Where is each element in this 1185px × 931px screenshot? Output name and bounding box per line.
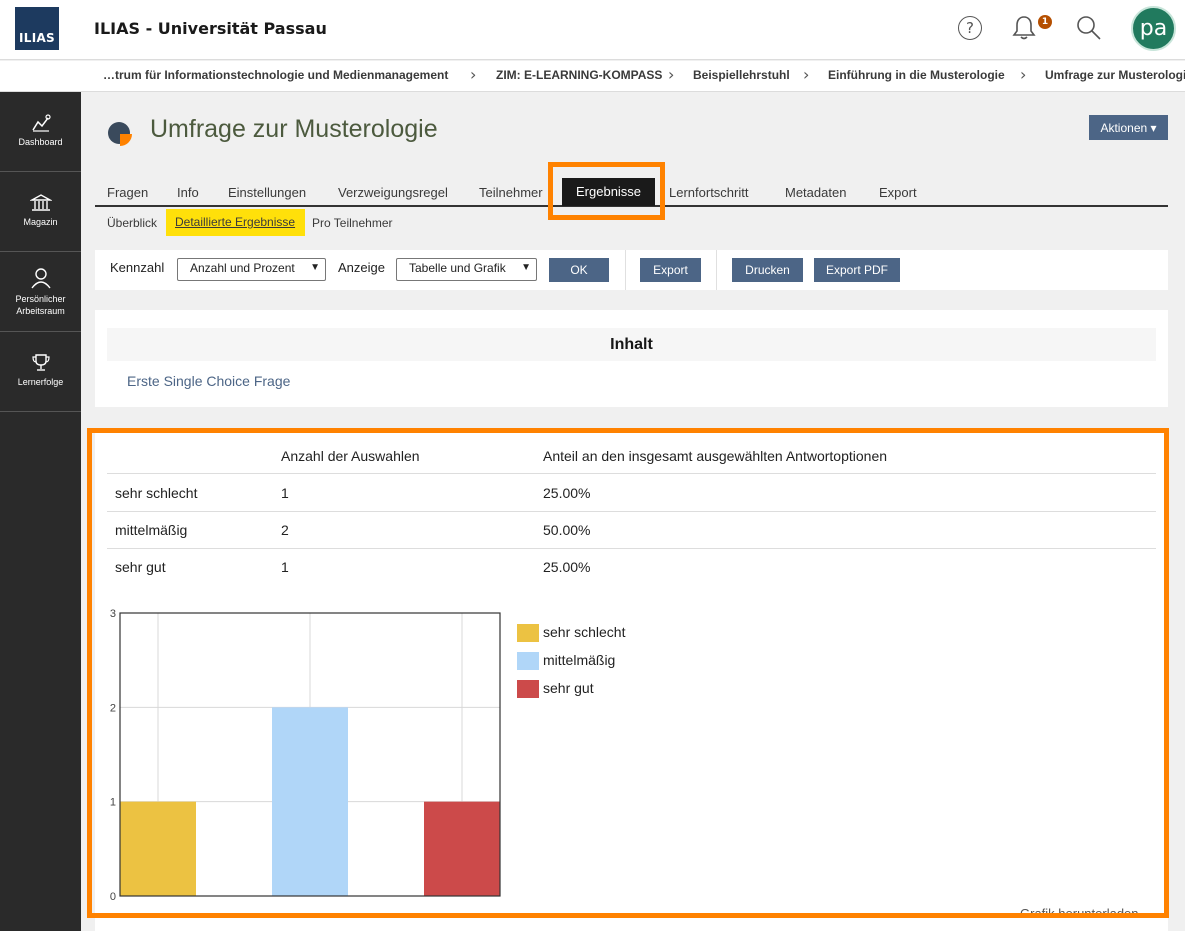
main-sidebar: Dashboard Magazin Persönlicher Arbeitsra… [0, 92, 81, 931]
kennzahl-select[interactable]: Anzahl und Prozent ▼ [177, 258, 326, 281]
question-link[interactable]: Erste Single Choice Frage [127, 373, 290, 389]
sidebar-item-personal-workspace[interactable]: Persönlicher Arbeitsraum [0, 252, 81, 332]
toolbar-divider [716, 250, 717, 290]
breadcrumb-item[interactable]: ZIM: E-LEARNING-KOMPASS [496, 68, 662, 82]
breadcrumb-item[interactable]: Einführung in die Musterologie [828, 68, 1005, 82]
sidebar-item-lernerfolge[interactable]: Lernerfolge [0, 332, 81, 412]
kennzahl-label: Kennzahl [110, 260, 165, 275]
bank-icon [29, 194, 52, 211]
tab-export[interactable]: Export [879, 185, 917, 200]
breadcrumb-item[interactable]: Beispiellehrstuhl [693, 68, 790, 82]
page-title: Umfrage zur Musterologie [150, 115, 438, 143]
dashboard-icon [31, 114, 51, 132]
contents-panel: Inhalt Erste Single Choice Frage [95, 310, 1168, 407]
kennzahl-value: Anzahl und Prozent [190, 261, 295, 275]
top-header: ILIAS ILIAS - Universität Passau ? 1 pa [0, 0, 1185, 60]
site-title[interactable]: ILIAS - Universität Passau [94, 19, 327, 38]
toolbar-divider [625, 250, 626, 290]
sidebar-label: Persönlicher Arbeitsraum [15, 294, 66, 316]
sidebar-label: Dashboard [18, 137, 63, 147]
user-icon [30, 268, 51, 289]
breadcrumb-item[interactable]: …trum für Informationstechnologie und Me… [103, 68, 448, 82]
contents-heading: Inhalt [107, 328, 1156, 361]
anzeige-value: Tabelle und Grafik [409, 261, 506, 275]
breadcrumb: …trum für Informationstechnologie und Me… [0, 61, 1185, 92]
tab-highlight-frame [548, 162, 665, 220]
ilias-logo[interactable]: ILIAS [15, 7, 59, 50]
notification-badge: 1 [1038, 15, 1052, 29]
tab-fragen[interactable]: Fragen [107, 185, 148, 200]
sidebar-item-magazin[interactable]: Magazin [0, 172, 81, 252]
ok-button[interactable]: OK [549, 258, 609, 282]
chevron-down-icon: ▼ [310, 262, 320, 273]
anzeige-select[interactable]: Tabelle und Grafik ▼ [396, 258, 537, 281]
user-avatar[interactable]: pa [1131, 6, 1176, 51]
sidebar-label: Magazin [23, 217, 58, 227]
results-toolbar: Kennzahl Anzahl und Prozent ▼ Anzeige Ta… [95, 250, 1168, 290]
actions-dropdown-button[interactable]: Aktionen ▾ [1089, 115, 1168, 140]
trophy-icon [31, 354, 50, 371]
tab-einstellungen[interactable]: Einstellungen [228, 185, 306, 200]
results-highlight-frame [87, 428, 1169, 918]
subtab-per-participant[interactable]: Pro Teilnehmer [312, 216, 392, 230]
chevron-right-icon: › [803, 65, 810, 84]
subtab-detailed-results[interactable]: Detaillierte Ergebnisse [166, 209, 305, 236]
chevron-right-icon: › [1020, 65, 1027, 84]
chevron-right-icon: › [470, 65, 477, 84]
tab-metadaten[interactable]: Metadaten [785, 185, 846, 200]
bell-icon[interactable] [1010, 14, 1038, 42]
export-button[interactable]: Export [640, 258, 701, 282]
tab-teilnehmer[interactable]: Teilnehmer [479, 185, 543, 200]
tab-info[interactable]: Info [177, 185, 199, 200]
sidebar-item-dashboard[interactable]: Dashboard [0, 92, 81, 172]
help-icon[interactable]: ? [956, 14, 984, 42]
chevron-down-icon: ▼ [521, 262, 531, 273]
survey-icon [107, 120, 133, 150]
search-icon[interactable] [1075, 14, 1103, 42]
sidebar-label: Lernerfolge [17, 377, 64, 387]
breadcrumb-item-current[interactable]: Umfrage zur Musterologie [1045, 68, 1185, 82]
print-button[interactable]: Drucken [732, 258, 803, 282]
chevron-right-icon: › [668, 65, 675, 84]
tab-verzweigungsregel[interactable]: Verzweigungsregel [338, 185, 448, 200]
subtab-overview[interactable]: Überblick [107, 216, 157, 230]
export-pdf-button[interactable]: Export PDF [814, 258, 900, 282]
tab-lernfortschritt[interactable]: Lernfortschritt [669, 185, 748, 200]
anzeige-label: Anzeige [338, 260, 385, 275]
